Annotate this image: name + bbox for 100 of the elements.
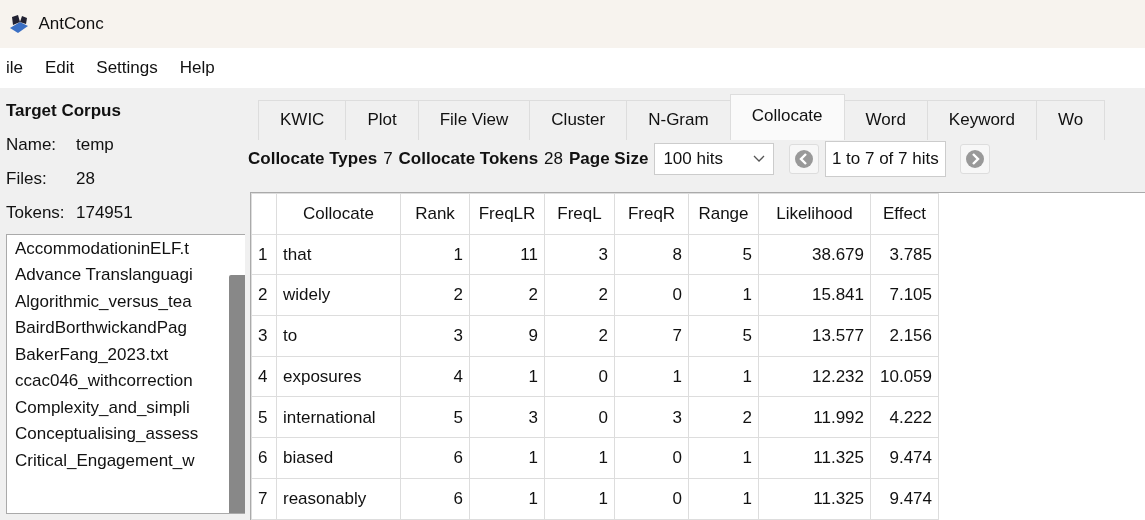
table-cell: 4 — [400, 356, 470, 397]
column-header[interactable]: FreqR — [614, 193, 689, 235]
table-cell: 2 — [400, 274, 470, 316]
table-cell: 0 — [614, 478, 689, 519]
tab[interactable]: Collocate — [729, 94, 845, 140]
table-cell: 2 — [544, 274, 615, 316]
file-item[interactable]: Complexity_and_simpli — [11, 394, 222, 421]
table-cell: 6 — [400, 478, 470, 519]
file-item[interactable]: Conceptualising_assess — [11, 421, 222, 448]
table-cell: to — [276, 315, 401, 357]
info-label: Name: — [6, 134, 58, 156]
tab[interactable]: KWIC — [258, 100, 347, 140]
corpus-heading: Target Corpus — [6, 100, 122, 122]
table-cell: 13.577 — [758, 315, 871, 357]
file-item[interactable]: Algorithmic_versus_tea — [11, 288, 222, 315]
table-cell: 0 — [544, 396, 615, 438]
table-cell: 2 — [544, 315, 615, 357]
table-cell: 2 — [688, 396, 759, 438]
page-size-dropdown[interactable]: 100 hits — [654, 143, 775, 175]
row-number: 5 — [251, 396, 277, 438]
table-cell: 11.325 — [758, 478, 871, 519]
table-cell: 10.059 — [870, 356, 939, 397]
column-header[interactable]: Range — [688, 193, 759, 235]
row-number: 7 — [251, 478, 277, 519]
table-cell: 2.156 — [870, 315, 939, 357]
page-range-field: 1 to 7 of 7 hits — [824, 141, 946, 177]
column-header[interactable]: Effect — [870, 193, 939, 235]
info-value: temp — [76, 134, 114, 156]
table-cell: 1 — [400, 234, 470, 275]
table-cell: 11.325 — [758, 437, 871, 479]
table-cell: 9.474 — [870, 478, 939, 519]
table-cell: 4.222 — [870, 396, 939, 438]
previous-button[interactable] — [788, 144, 819, 174]
types-label: Collocate Types — [248, 148, 378, 171]
table-cell: 12.232 — [758, 356, 871, 397]
table-cell: 3 — [469, 396, 545, 438]
window-title: AntConc — [38, 13, 104, 36]
table-cell: 5 — [688, 315, 759, 357]
tokens-label: Collocate Tokens — [398, 148, 539, 171]
file-item[interactable]: BairdBorthwickandPag — [11, 315, 222, 342]
table-cell: 3 — [544, 234, 615, 275]
file-item[interactable]: BakerFang_2023.txt — [11, 341, 222, 368]
table-cell: 11 — [469, 234, 545, 275]
file-item[interactable]: Critical_Engagement_w — [11, 447, 222, 474]
table-cell: 5 — [688, 234, 759, 275]
page-size-label: Page Size — [569, 148, 649, 171]
table-cell: 2 — [469, 274, 545, 316]
table-cell: 1 — [688, 478, 759, 519]
table-cell: 3 — [614, 396, 689, 438]
table-cell: 1 — [544, 437, 615, 479]
file-item[interactable]: ccac046_withcorrection — [11, 368, 222, 395]
table-cell: international — [276, 396, 401, 438]
table-cell: 3 — [400, 315, 470, 357]
table-cell: 0 — [614, 437, 689, 479]
menu-item[interactable]: Settings — [96, 55, 158, 81]
file-item[interactable]: AccommodationinELF.t — [11, 235, 222, 262]
table-cell: 1 — [469, 437, 545, 479]
table-cell: 8 — [614, 234, 689, 275]
next-button[interactable] — [960, 144, 991, 174]
column-header[interactable]: FreqLR — [469, 193, 545, 235]
app-icon — [8, 14, 30, 34]
row-number: 2 — [251, 274, 277, 316]
tokens-count: 28 — [544, 148, 563, 171]
table-cell: 1 — [688, 437, 759, 479]
tab[interactable]: Wo — [1036, 100, 1106, 140]
chevron-down-icon — [753, 155, 766, 163]
column-header[interactable]: Rank — [400, 193, 470, 235]
types-count: 7 — [383, 148, 393, 171]
table-cell: 1 — [469, 356, 545, 397]
table-cell: 1 — [688, 356, 759, 397]
table-cell: 1 — [544, 478, 615, 519]
file-list[interactable]: AccommodationinELF.t Advance Translanguagi Algorithmic_versus_tea BairdBorthwickandPag BakerFang_2023.txt ccac046_withcorrection Complexity_and_simpli Conceptualising_assess Critical_Engagement_w — [6, 233, 245, 514]
info-label: Tokens: — [6, 202, 66, 224]
table-cell: biased — [276, 437, 401, 479]
menu-item[interactable]: Help — [179, 55, 215, 81]
column-header[interactable]: Likelihood — [758, 193, 871, 235]
arrow-left-icon — [793, 149, 814, 169]
menu-item[interactable]: ile — [6, 55, 23, 81]
table-cell: 1 — [469, 478, 545, 519]
file-item[interactable]: Advance Translanguagi — [11, 262, 222, 289]
table-cell: 11.992 — [758, 396, 871, 438]
row-number: 1 — [251, 234, 277, 275]
table-cell: 3.785 — [870, 234, 939, 275]
table-cell: exposures — [276, 356, 401, 397]
table-cell: 15.841 — [758, 274, 871, 316]
row-number: 4 — [251, 356, 277, 397]
table-cell: 0 — [614, 274, 689, 316]
table-cell: widely — [276, 274, 401, 316]
info-value: 174951 — [76, 202, 133, 224]
table-cell: 6 — [400, 437, 470, 479]
table-cell: that — [276, 234, 401, 275]
column-header[interactable]: FreqL — [544, 193, 615, 235]
table-cell: 1 — [688, 274, 759, 316]
table-cell: 38.679 — [758, 234, 871, 275]
column-header[interactable]: Collocate — [276, 193, 401, 235]
table-cell: 7.105 — [870, 274, 939, 316]
menu-item[interactable]: Edit — [45, 55, 75, 81]
table-cell: 0 — [544, 356, 615, 397]
table-cell: 7 — [614, 315, 689, 357]
arrow-right-icon — [965, 149, 986, 169]
